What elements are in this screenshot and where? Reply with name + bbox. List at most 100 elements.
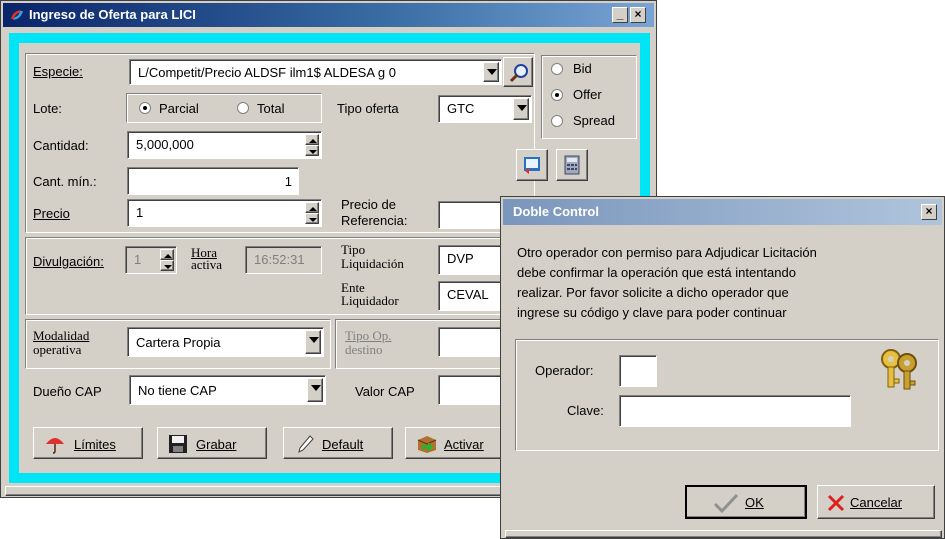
precio-spinner[interactable] bbox=[305, 202, 319, 224]
chevron-down-icon[interactable] bbox=[483, 62, 499, 82]
radio-total-label: Total bbox=[257, 101, 285, 116]
cantidad-input[interactable]: 5,000,000 bbox=[127, 131, 322, 159]
dueno-label: Dueño CAP bbox=[33, 384, 102, 399]
spin-up-icon[interactable] bbox=[305, 134, 319, 145]
activar-label: Activar bbox=[444, 437, 484, 452]
operador-input[interactable] bbox=[619, 355, 657, 387]
dialog-message-line-3: realizar. Por favor solicite a dicho ope… bbox=[517, 285, 789, 300]
ok-button[interactable]: OK bbox=[685, 485, 807, 519]
dialog-title: Doble Control bbox=[513, 204, 599, 219]
search-icon bbox=[509, 64, 528, 83]
hora-label-2: activa bbox=[191, 257, 223, 272]
calculator-icon bbox=[564, 155, 580, 175]
limites-button[interactable]: Límites bbox=[33, 427, 143, 459]
ente-label-2: Liquidador bbox=[341, 293, 399, 308]
cantidad-value: 5,000,000 bbox=[136, 137, 194, 152]
modalidad-label-2: operativa bbox=[33, 342, 82, 357]
cant-min-value: 1 bbox=[284, 174, 292, 189]
divulgacion-label: Divulgación: bbox=[33, 254, 104, 269]
modalidad-label-1: Modalidad bbox=[33, 328, 90, 343]
hora-value: 16:52:31 bbox=[254, 252, 305, 267]
spin-down-icon[interactable] bbox=[305, 145, 319, 156]
dialog-close-button[interactable]: × bbox=[921, 204, 937, 220]
tipo-op-label-2: destino bbox=[345, 342, 383, 357]
cancelar-button[interactable]: Cancelar bbox=[817, 485, 935, 519]
dialog-message-line-2: debe confirmar la operación que está int… bbox=[517, 265, 796, 280]
modalidad-select[interactable]: Cartera Propia bbox=[127, 327, 324, 357]
precio-ref-label-1: Precio de bbox=[341, 197, 396, 212]
dueno-value: No tiene CAP bbox=[138, 383, 217, 398]
cant-min-input[interactable]: 1 bbox=[127, 167, 299, 195]
radio-spread[interactable] bbox=[551, 115, 563, 127]
especie-select[interactable]: L/Competit/Precio ALDSF ilm1$ ALDESA g 0 bbox=[129, 59, 502, 85]
operador-label: Operador: bbox=[535, 363, 594, 378]
radio-bid[interactable] bbox=[551, 63, 563, 75]
close-icon: × bbox=[634, 7, 642, 21]
radio-total[interactable] bbox=[237, 102, 249, 114]
keys-icon bbox=[881, 349, 917, 390]
tipo-liq-label-1: Tipo bbox=[341, 242, 366, 257]
radio-parcial-label: Parcial bbox=[159, 101, 199, 116]
dialog-message-line-4: ingrese su código y clave para poder con… bbox=[517, 305, 787, 320]
tipo-op-label-1: Tipo Op. bbox=[345, 328, 392, 343]
ente-value: CEVAL bbox=[447, 287, 489, 302]
precio-input[interactable]: 1 bbox=[127, 199, 322, 227]
cancelar-label: Cancelar bbox=[850, 495, 903, 510]
spin-down-icon[interactable] bbox=[160, 260, 174, 271]
radio-bid-label: Bid bbox=[573, 61, 592, 76]
especie-value: L/Competit/Precio ALDSF ilm1$ ALDESA g 0 bbox=[138, 65, 396, 80]
spin-up-icon[interactable] bbox=[305, 202, 319, 213]
calculator-button[interactable] bbox=[556, 149, 588, 181]
help-book-icon bbox=[524, 157, 540, 174]
umbrella-icon bbox=[46, 438, 64, 454]
chevron-down-icon[interactable] bbox=[513, 98, 529, 120]
app-icon bbox=[11, 10, 23, 20]
help-book-button[interactable] bbox=[516, 149, 548, 181]
hora-input[interactable]: 16:52:31 bbox=[245, 246, 322, 274]
spin-down-icon[interactable] bbox=[305, 213, 319, 224]
dialog-scrollbar[interactable] bbox=[505, 530, 942, 538]
lote-group bbox=[126, 93, 322, 123]
activate-box-icon bbox=[417, 436, 437, 453]
dialog-titlebar: Doble Control × bbox=[503, 199, 942, 225]
precio-label: Precio bbox=[33, 206, 70, 221]
search-button[interactable] bbox=[503, 57, 533, 87]
radio-parcial[interactable] bbox=[139, 102, 151, 114]
valor-cap-label: Valor CAP bbox=[355, 384, 415, 399]
clave-label: Clave: bbox=[567, 403, 604, 418]
tipo-oferta-label: Tipo oferta bbox=[337, 101, 399, 116]
grabar-button[interactable]: Grabar bbox=[157, 427, 267, 459]
radio-spread-label: Spread bbox=[573, 113, 615, 128]
main-close-button[interactable]: × bbox=[630, 7, 646, 23]
checkmark-icon bbox=[713, 493, 739, 514]
clave-input[interactable] bbox=[619, 395, 851, 427]
lote-label: Lote: bbox=[33, 101, 62, 116]
ok-label: OK bbox=[745, 495, 764, 510]
divulgacion-value: 1 bbox=[134, 252, 142, 267]
chevron-down-icon[interactable] bbox=[305, 330, 321, 354]
modalidad-value: Cartera Propia bbox=[136, 335, 221, 350]
floppy-disk-icon bbox=[169, 435, 187, 453]
radio-offer-label: Offer bbox=[573, 87, 602, 102]
default-button[interactable]: Default bbox=[283, 427, 393, 459]
doble-control-dialog: Doble Control × Otro operador con permis… bbox=[500, 196, 945, 539]
divulgacion-spinner[interactable] bbox=[160, 249, 174, 271]
cant-min-label: Cant. mín.: bbox=[33, 174, 97, 189]
especie-label: Especie: bbox=[33, 64, 83, 79]
cantidad-spinner[interactable] bbox=[305, 134, 319, 156]
chevron-down-icon[interactable] bbox=[307, 378, 323, 402]
divulgacion-input[interactable]: 1 bbox=[125, 246, 177, 274]
precio-value: 1 bbox=[136, 205, 144, 220]
pencil-icon bbox=[298, 435, 314, 453]
tipo-oferta-select[interactable]: GTC bbox=[438, 95, 532, 123]
activar-button[interactable]: Activar bbox=[405, 427, 515, 459]
close-icon: × bbox=[925, 204, 933, 218]
main-title: Ingreso de Oferta para LICI bbox=[29, 7, 196, 22]
spin-up-icon[interactable] bbox=[160, 249, 174, 260]
radio-offer[interactable] bbox=[551, 89, 563, 101]
minimize-glyph: _ bbox=[616, 7, 624, 21]
minimize-button[interactable]: _ bbox=[612, 7, 628, 23]
dueno-select[interactable]: No tiene CAP bbox=[129, 375, 326, 405]
cantidad-label: Cantidad: bbox=[33, 138, 89, 153]
default-label: Default bbox=[322, 437, 364, 452]
